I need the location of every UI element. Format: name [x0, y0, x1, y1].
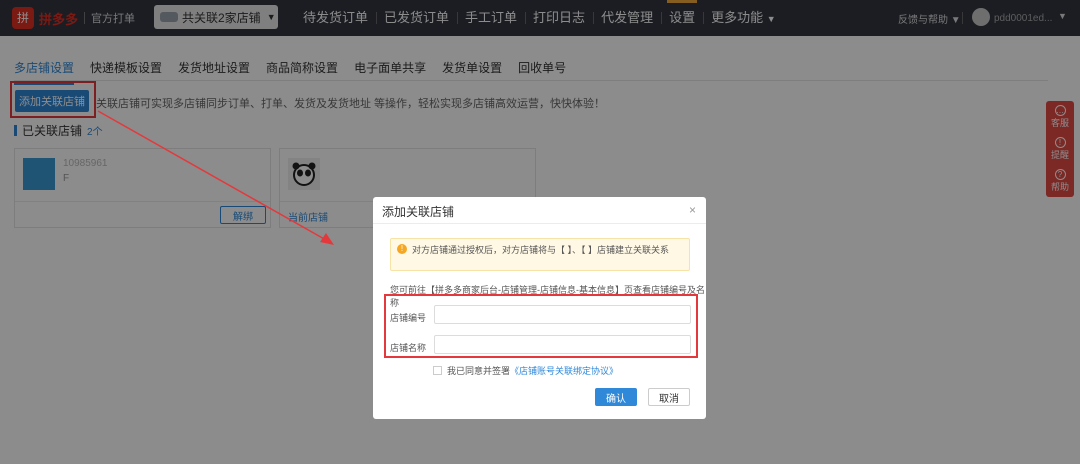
add-store-dialog: 添加关联店铺 × ! 对方店铺通过授权后，对方店铺将与【 】、【 】店铺建立关联… — [373, 197, 706, 419]
cancel-button[interactable]: 取消 — [648, 388, 690, 406]
shop-name-label: 店铺名称 — [390, 343, 427, 353]
warning-icon: ! — [397, 244, 407, 254]
shop-name-input[interactable] — [434, 335, 691, 354]
notice-text: 对方店铺通过授权后，对方店铺将与【 】、【 】店铺建立关联关系 — [412, 245, 670, 255]
agree-checkbox[interactable] — [433, 366, 442, 375]
dialog-title: 添加关联店铺 — [382, 205, 455, 219]
agreement-row: 我已同意并签署 《店铺账号关联绑定协议》 — [433, 364, 618, 377]
agreement-link[interactable]: 《店铺账号关联绑定协议》 — [510, 364, 618, 377]
agree-text: 我已同意并签署 — [447, 366, 511, 376]
confirm-button[interactable]: 确认 — [595, 388, 637, 406]
close-icon[interactable]: × — [689, 203, 696, 217]
divider — [373, 223, 706, 224]
shop-id-label: 店铺编号 — [390, 313, 427, 323]
notice-banner: ! 对方店铺通过授权后，对方店铺将与【 】、【 】店铺建立关联关系 — [390, 238, 690, 271]
shop-id-input[interactable] — [434, 305, 691, 324]
